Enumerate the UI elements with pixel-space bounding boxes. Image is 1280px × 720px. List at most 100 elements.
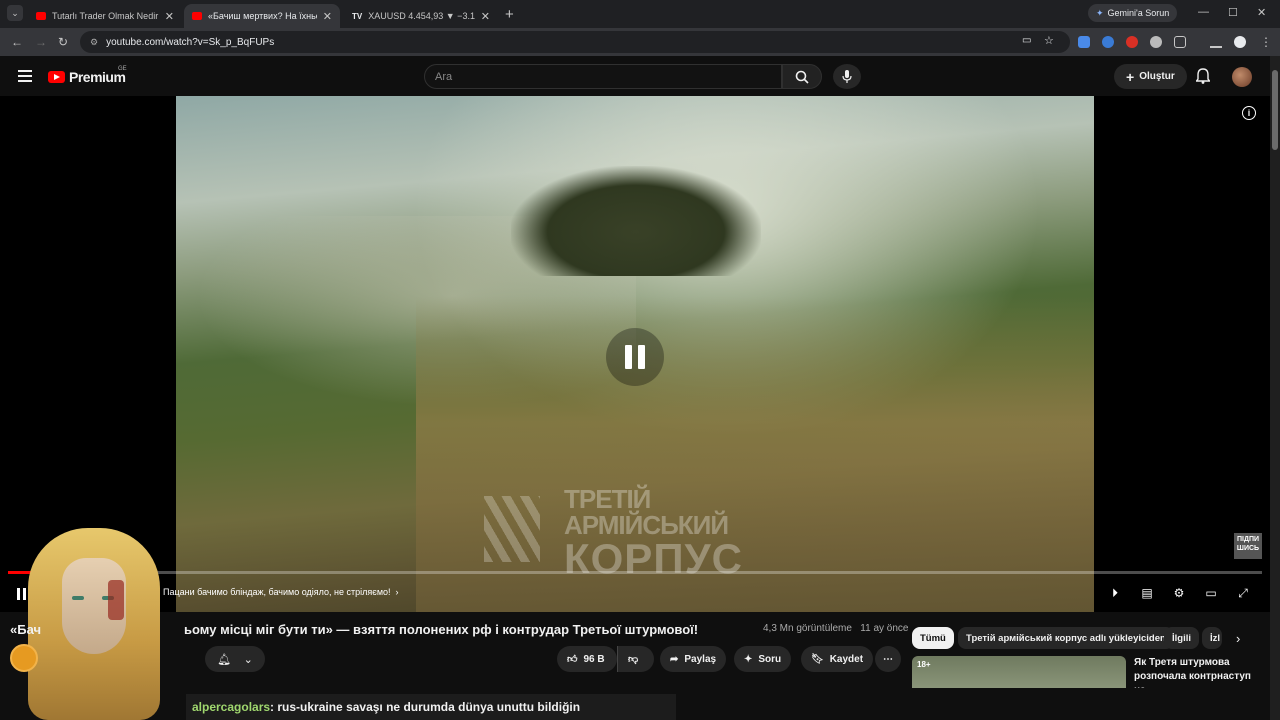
browser-toolbar: ← → ↻ ⚙ youtube.com/watch?v=Sk_p_BqFUPs … (0, 28, 1280, 56)
chat-username: alpercagolars (192, 700, 271, 714)
window-close-icon[interactable]: ✕ (1257, 6, 1266, 19)
share-label: Paylaş (684, 653, 717, 665)
corps-logo-icon (484, 496, 540, 562)
dislike-button[interactable]: 👎︎ (617, 646, 654, 672)
tab-label: Tutarlı Trader Olmak Nedir ? Do (52, 11, 159, 21)
tab-search-icon[interactable]: ⌄ (7, 5, 23, 21)
close-tab-icon[interactable]: ✕ (481, 10, 490, 23)
autoplay-toggle-icon[interactable]: ⏵ (1106, 586, 1124, 600)
back-arrow-icon[interactable]: ← (11, 35, 23, 49)
more-actions-button[interactable]: ⋯ (875, 646, 901, 672)
video-frame[interactable]: ТРЕТІЙ АРМІЙСЬКИЙ КОРПУС (176, 96, 1094, 612)
chip-related[interactable]: İlgili (1164, 627, 1199, 649)
center-pause-icon[interactable] (606, 328, 664, 386)
sparkle-icon: ✦ (744, 653, 753, 665)
streamer-webcam-overlay (0, 520, 186, 720)
recommendation-thumbnail[interactable]: 18+ (912, 656, 1126, 688)
youtube-play-icon (48, 71, 65, 83)
extension-icon[interactable] (1150, 36, 1162, 48)
chip-all[interactable]: Tümü (912, 627, 954, 649)
recommendation-title[interactable]: Як Третя штурмова розпочала контрнаступ … (1134, 656, 1264, 688)
menu-hamburger-icon[interactable] (18, 70, 32, 85)
fullscreen-icon[interactable]: ⤢ (1234, 586, 1252, 600)
video-meta: 4,3 Mn görüntüleme 11 ay önce (763, 623, 908, 634)
more-horizontal-icon: ⋯ (883, 653, 893, 665)
profile-icon[interactable] (1234, 36, 1246, 48)
subscription-bell-button[interactable]: 🔔︎ ⌄ (205, 646, 265, 672)
chip-uploader[interactable]: Третій армійський корпус adlı yükleyicid… (958, 627, 1174, 649)
search-button[interactable] (782, 64, 822, 89)
theater-mode-icon[interactable]: ▭ (1202, 586, 1220, 600)
share-button[interactable]: ➦ Paylaş (660, 646, 727, 672)
maximize-icon[interactable]: ☐ (1228, 6, 1238, 19)
browser-tab-strip: ⌄ Tutarlı Trader Olmak Nedir ? Do ✕ «Бач… (0, 0, 1280, 28)
youtube-favicon-icon (36, 12, 46, 20)
save-button[interactable]: 🔖︎ Kaydet (801, 646, 874, 672)
like-count: 96 B (583, 653, 605, 665)
tab-xauusd[interactable]: TV XAUUSD 4.454,93 ▼ −3.19% Al ✕ (344, 4, 498, 28)
extensions-puzzle-icon[interactable] (1174, 36, 1186, 48)
tab-trader[interactable]: Tutarlı Trader Olmak Nedir ? Do ✕ (28, 4, 182, 28)
new-tab-button[interactable]: + (505, 6, 514, 23)
chip-watched[interactable]: İzl (1202, 627, 1222, 649)
brand-label: Premium (69, 69, 126, 85)
site-info-icon[interactable]: ⚙ (90, 37, 98, 48)
chat-text: : rus-ukraine savaşı ne durumda dünya un… (270, 700, 581, 714)
voice-search-button[interactable] (833, 64, 861, 89)
tab-label: XAUUSD 4.454,93 ▼ −3.19% Al (368, 11, 475, 21)
youtube-premium-logo[interactable]: Premium GE (48, 66, 127, 85)
avatar-scar (108, 580, 124, 620)
address-bar[interactable]: ⚙ youtube.com/watch?v=Sk_p_BqFUPs ▭ ☆ (80, 31, 1070, 53)
search-input[interactable]: Ara (424, 64, 782, 89)
page-scrollbar[interactable] (1270, 56, 1280, 720)
chapter-title[interactable]: Пацани бачимо бліндаж, бачимо одіяло, не… (163, 587, 399, 597)
gemini-button[interactable]: ✦ Gemini'a Sorun (1088, 4, 1178, 22)
avatar-face (62, 558, 126, 654)
notifications-button[interactable] (1195, 68, 1211, 89)
create-button[interactable]: + Oluştur (1114, 64, 1187, 89)
progress-bar[interactable] (8, 571, 1262, 574)
country-code: GE (118, 66, 127, 72)
adblock-icon[interactable] (1126, 36, 1138, 48)
youtube-header: Premium GE Ara + Oluştur (0, 56, 1270, 96)
video-info-icon[interactable]: i (1242, 106, 1256, 120)
tab-video[interactable]: «Бачиш мертвих? На їхньому ✕ (184, 4, 340, 28)
thumbs-up-icon: 👍︎ (567, 654, 578, 665)
video-scene-trees (511, 166, 761, 276)
extension-icon[interactable] (1078, 36, 1090, 48)
view-count: 4,3 Mn görüntüleme (763, 623, 852, 634)
reading-list-icon[interactable] (1210, 36, 1222, 48)
stream-chat-message: alpercagolars: rus-ukraine savaşı ne dur… (186, 694, 676, 720)
browser-menu-icon[interactable]: ⋮ (1260, 35, 1272, 49)
video-title-start: «Бач (10, 622, 42, 637)
cast-icon[interactable]: ▭ (1022, 35, 1031, 46)
close-tab-icon[interactable]: ✕ (165, 10, 174, 23)
channel-avatar[interactable] (10, 644, 38, 672)
bookmark-star-icon[interactable]: ☆ (1044, 34, 1054, 47)
close-tab-icon[interactable]: ✕ (323, 10, 332, 23)
plus-icon: + (1126, 68, 1135, 85)
youtube-favicon-icon (192, 12, 202, 20)
settings-gear-icon[interactable]: ⚙ (1170, 586, 1188, 600)
tab-label: «Бачиш мертвих? На їхньому (208, 11, 317, 21)
bell-icon (1195, 68, 1211, 84)
subtitles-icon[interactable]: ▤ (1138, 586, 1156, 600)
like-button[interactable]: 👍︎ 96 B (557, 646, 617, 672)
tradingview-favicon-icon: TV (352, 12, 363, 21)
account-avatar[interactable] (1232, 67, 1252, 87)
ask-button[interactable]: ✦ Soru (734, 646, 792, 672)
scrollbar-thumb[interactable] (1272, 70, 1278, 150)
reload-icon[interactable]: ↻ (58, 35, 68, 49)
minimize-icon[interactable]: — (1198, 6, 1209, 18)
gemini-sparkle-icon: ✦ (1096, 7, 1104, 18)
chip-next-arrow-icon[interactable]: › (1236, 631, 1240, 646)
url-text: youtube.com/watch?v=Sk_p_BqFUPs (106, 36, 275, 48)
avatar-eye (72, 596, 84, 600)
chapter-label: Пацани бачимо бліндаж, бачимо одіяло, не… (163, 587, 391, 597)
chevron-down-icon: ⌄ (243, 653, 253, 666)
create-label: Oluştur (1139, 71, 1175, 82)
video-player[interactable]: ТРЕТІЙ АРМІЙСЬКИЙ КОРПУС i ПІДПИ ШИСЬ Па… (0, 96, 1270, 612)
forward-arrow-icon[interactable]: → (35, 35, 47, 49)
subscribe-watermark[interactable]: ПІДПИ ШИСЬ (1234, 533, 1262, 559)
extension-icon[interactable] (1102, 36, 1114, 48)
